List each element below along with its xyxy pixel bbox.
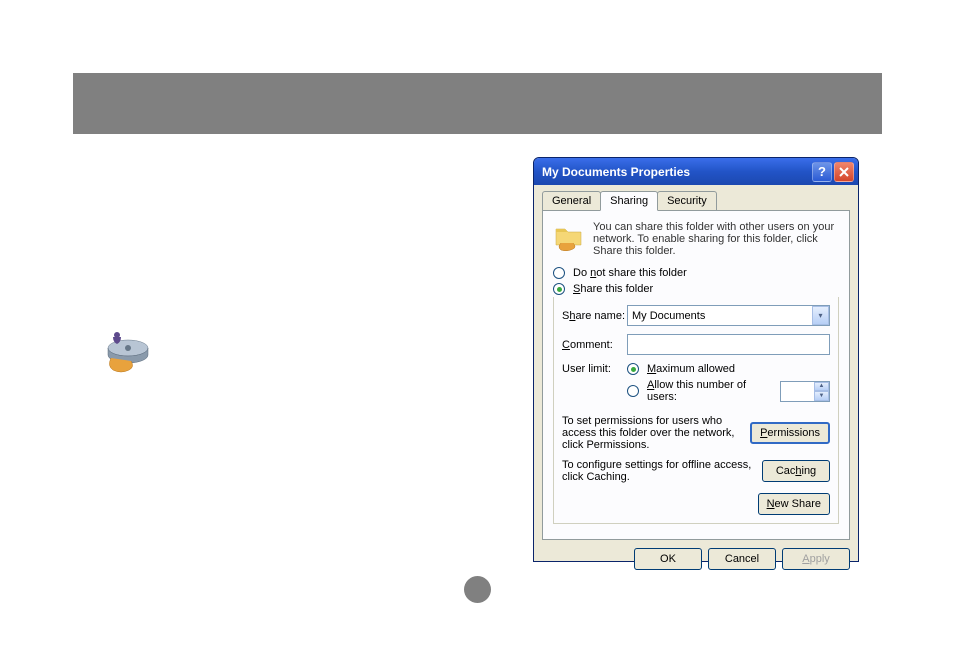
radio-do-not-share[interactable]: Do not share this folder xyxy=(553,267,839,279)
caching-button[interactable]: Caching xyxy=(762,460,830,482)
folder-hand-icon xyxy=(553,221,585,253)
ok-button[interactable]: OK xyxy=(634,548,702,570)
radio-label: Allow this number of users: xyxy=(647,379,770,403)
radio-allow-number[interactable]: Allow this number of users: ▲ ▼ xyxy=(627,379,830,403)
radio-icon[interactable] xyxy=(553,267,565,279)
radio-icon[interactable] xyxy=(553,283,565,295)
share-name-label: Share name: xyxy=(562,310,627,322)
close-button[interactable] xyxy=(834,162,854,182)
titlebar: My Documents Properties ? xyxy=(534,158,858,185)
tab-security[interactable]: Security xyxy=(657,191,717,210)
share-settings-group: Share name: ▾ Comment: User limit: Maxim… xyxy=(553,297,839,524)
radio-icon[interactable] xyxy=(627,385,639,397)
comment-input[interactable] xyxy=(627,334,830,355)
caching-text: To configure settings for offline access… xyxy=(562,459,754,483)
tab-sharing[interactable]: Sharing xyxy=(600,191,658,211)
dialog-button-row: OK Cancel Apply xyxy=(534,548,858,578)
permissions-text: To set permissions for users who access … xyxy=(562,415,742,451)
properties-dialog: My Documents Properties ? General Sharin… xyxy=(533,157,859,562)
new-share-button[interactable]: New Share xyxy=(758,493,830,515)
user-limit-label: User limit: xyxy=(562,363,627,375)
tab-strip: General Sharing Security xyxy=(534,185,858,210)
shared-drive-icon xyxy=(99,328,159,376)
cancel-button[interactable]: Cancel xyxy=(708,548,776,570)
tab-general[interactable]: General xyxy=(542,191,601,210)
spinner-down-icon[interactable]: ▼ xyxy=(814,391,829,401)
permissions-button[interactable]: Permissions xyxy=(750,422,830,444)
radio-label: Do not share this folder xyxy=(573,267,687,279)
help-button[interactable]: ? xyxy=(812,162,832,182)
dialog-title: My Documents Properties xyxy=(542,165,812,179)
page-indicator xyxy=(464,576,491,603)
apply-button[interactable]: Apply xyxy=(782,548,850,570)
spinner-up-icon[interactable]: ▲ xyxy=(814,382,829,392)
radio-icon[interactable] xyxy=(627,363,639,375)
radio-share-folder[interactable]: Share this folder xyxy=(553,283,839,295)
user-count-spinner[interactable]: ▲ ▼ xyxy=(780,381,830,402)
share-name-input[interactable] xyxy=(627,305,830,326)
radio-label: Share this folder xyxy=(573,283,653,295)
header-bar xyxy=(73,73,882,134)
radio-label: Maximum allowed xyxy=(647,363,735,375)
comment-label: Comment: xyxy=(562,339,627,351)
intro-text: You can share this folder with other use… xyxy=(593,221,839,257)
radio-max-allowed[interactable]: Maximum allowed xyxy=(627,363,830,375)
sharing-panel: You can share this folder with other use… xyxy=(542,210,850,540)
chevron-down-icon[interactable]: ▾ xyxy=(812,306,829,325)
